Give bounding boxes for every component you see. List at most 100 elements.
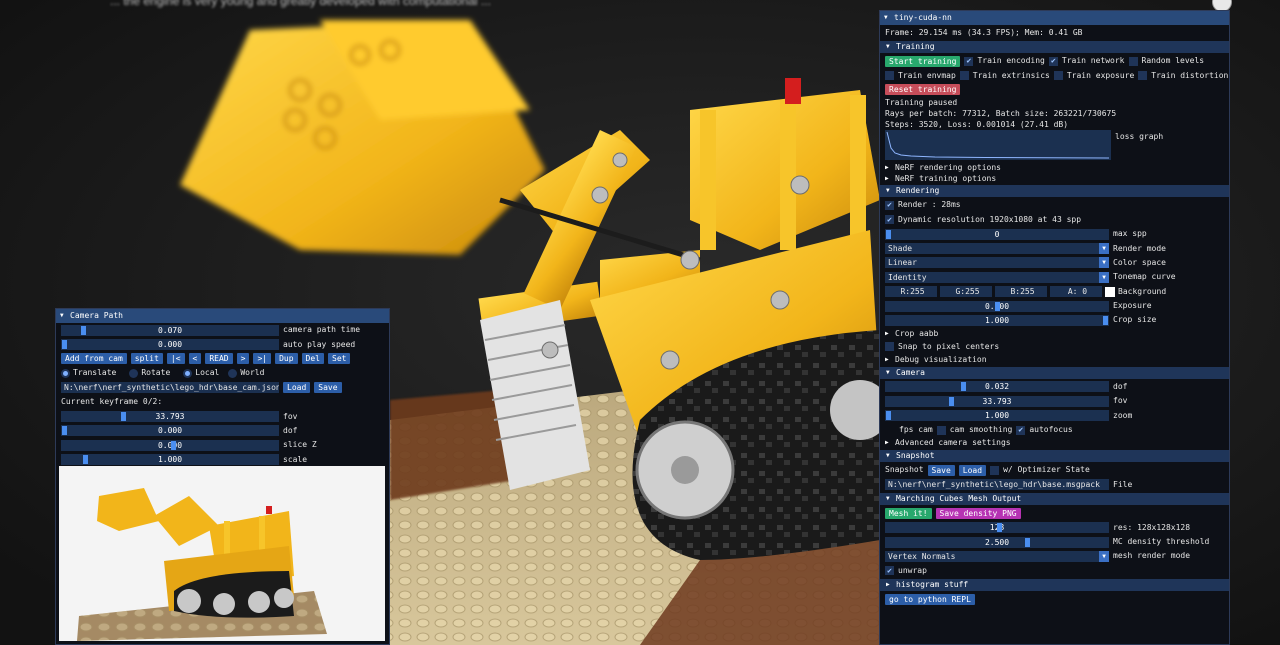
keyframe-info: Current keyframe 0/2: (61, 397, 163, 407)
autofocus-checkbox[interactable]: ✔ (1016, 425, 1026, 435)
local-radio[interactable] (183, 368, 193, 378)
camera-fov-slider[interactable]: 33.793 (885, 395, 1109, 407)
train-network-checkbox[interactable]: ✔ (1048, 56, 1058, 66)
fps-cam-label: fps cam (899, 425, 933, 435)
checkbox-label: Dynamic resolution 1920x1080 at 43 spp (898, 214, 1082, 224)
train-distortion-checkbox[interactable] (1138, 71, 1148, 81)
load-path-button[interactable]: Load (283, 382, 311, 394)
camera-path-time-slider[interactable]: 0.070 (61, 324, 279, 336)
expand-arrow-icon[interactable]: ▶ (885, 327, 891, 341)
snap-pixel-centers-checkbox[interactable] (885, 342, 894, 352)
keyframe-dof-slider[interactable]: 0.000 (61, 425, 279, 437)
train-exposure-checkbox[interactable] (1053, 71, 1063, 81)
collapse-arrow-icon: ▼ (886, 452, 890, 460)
snapshot-save-button[interactable]: Save (927, 464, 955, 476)
del-button[interactable]: Del (301, 353, 324, 365)
checkbox-label: Snap to pixel centers (898, 341, 1000, 351)
header-label: histogram stuff (896, 579, 969, 589)
dropdown-label: Color space (1113, 257, 1166, 267)
prev-keyframe-button[interactable]: < (188, 353, 202, 365)
dup-button[interactable]: Dup (275, 353, 298, 365)
snapshot-file-input[interactable]: N:\nerf\nerf_synthetic\lego_hdr\base.msg… (885, 479, 1109, 491)
header-label: Training (896, 42, 935, 51)
optimizer-state-checkbox[interactable] (990, 465, 1000, 475)
slider-label: camera path time (283, 325, 361, 335)
train-encoding-checkbox[interactable]: ✔ (964, 56, 974, 66)
first-keyframe-button[interactable]: |< (166, 353, 185, 365)
save-density-png-button[interactable]: Save density PNG (935, 507, 1021, 519)
expand-arrow-icon[interactable]: ▶ (885, 436, 891, 450)
background-color-swatch[interactable] (1105, 286, 1115, 297)
camera-path-file-input[interactable]: N:\nerf\nerf_synthetic\lego_hdr\base_cam… (61, 382, 279, 394)
mesh-it-button[interactable]: Mesh it! (885, 507, 932, 519)
save-path-button[interactable]: Save (314, 382, 342, 394)
rotate-radio[interactable] (129, 368, 139, 378)
add-from-cam-button[interactable]: Add from cam (61, 353, 127, 365)
mesh-render-mode-dropdown[interactable]: Vertex Normals ▼ (885, 550, 1109, 562)
scale-slider[interactable]: 1.000 (61, 454, 279, 466)
camera-dof-slider[interactable]: 0.032 (885, 381, 1109, 393)
crop-aabb-node[interactable]: Crop aabb (895, 327, 938, 341)
slice-z-slider[interactable]: 0.000 (61, 439, 279, 451)
collapse-arrow-icon[interactable]: ▼ (884, 11, 890, 25)
auto-play-speed-slider[interactable]: 0.000 (61, 339, 279, 351)
checkbox-label: Train envmap (898, 70, 956, 80)
collapse-arrow-icon: ▼ (886, 187, 890, 195)
slider-label: fov (283, 411, 298, 421)
collapse-arrow-icon[interactable]: ▼ (60, 309, 66, 323)
world-radio[interactable] (228, 368, 238, 378)
debug-visualization-node[interactable]: Debug visualization (895, 353, 987, 367)
random-levels-checkbox[interactable] (1128, 56, 1138, 66)
cam-smoothing-checkbox[interactable] (936, 425, 946, 435)
camera-header[interactable]: ▼ Camera (880, 366, 1229, 379)
main-titlebar[interactable]: ▼ tiny-cuda-nn (880, 11, 1229, 25)
checkbox-label: cam smoothing (949, 425, 1013, 435)
marching-cubes-header[interactable]: ▼ Marching Cubes Mesh Output (880, 493, 1229, 506)
camera-path-panel: ▼ Camera Path 0.070 camera path time 0.0… (55, 308, 390, 645)
checkbox-label: w/ Optimizer State (1003, 465, 1090, 475)
python-repl-button[interactable]: go to python REPL (885, 593, 975, 605)
background-b-input[interactable]: B:255 (995, 286, 1047, 298)
background-r-input[interactable]: R:255 (885, 286, 937, 298)
reset-training-button[interactable]: Reset training (885, 84, 961, 96)
color-space-dropdown[interactable]: Linear ▼ (885, 257, 1109, 269)
unwrap-checkbox[interactable]: ✔ (885, 566, 894, 576)
histogram-header[interactable]: ▶ histogram stuff (880, 578, 1229, 591)
set-button[interactable]: Set (328, 353, 351, 365)
mc-density-threshold-slider[interactable]: 2.500 (885, 536, 1109, 548)
snapshot-load-button[interactable]: Load (958, 464, 987, 476)
read-button[interactable]: READ (205, 353, 233, 365)
background-g-input[interactable]: G:255 (940, 286, 992, 298)
max-spp-slider[interactable]: 0 (885, 228, 1109, 240)
snapshot-label: Snapshot (885, 465, 924, 475)
next-keyframe-button[interactable]: > (236, 353, 250, 365)
last-keyframe-button[interactable]: >| (253, 353, 272, 365)
exposure-slider[interactable]: 0.000 (885, 300, 1109, 312)
chevron-down-icon: ▼ (1099, 271, 1109, 283)
mesh-res-slider[interactable]: 128 (885, 522, 1109, 534)
split-button[interactable]: split (130, 353, 163, 365)
start-training-button[interactable]: Start training (885, 55, 961, 67)
tonemap-curve-dropdown[interactable]: Identity ▼ (885, 271, 1109, 283)
snapshot-header[interactable]: ▼ Snapshot (880, 450, 1229, 463)
background-label: Background (1118, 286, 1167, 296)
crop-size-slider[interactable]: 1.000 (885, 314, 1109, 326)
render-mode-dropdown[interactable]: Shade ▼ (885, 243, 1109, 255)
background-a-input[interactable]: A: 0 (1050, 286, 1102, 298)
train-envmap-checkbox[interactable] (885, 71, 894, 81)
slider-value: 0.000 (157, 440, 183, 450)
training-header[interactable]: ▼ Training (880, 41, 1229, 53)
dropdown-value: Linear (888, 258, 917, 268)
expand-arrow-icon[interactable]: ▶ (885, 353, 891, 367)
render-checkbox[interactable]: ✔ (885, 200, 894, 210)
translate-label: Translate (73, 368, 117, 378)
translate-radio[interactable] (61, 368, 70, 378)
advanced-camera-settings-node[interactable]: Advanced camera settings (895, 436, 1011, 450)
camera-path-titlebar[interactable]: ▼ Camera Path (56, 309, 389, 323)
keyframe-fov-slider[interactable]: 33.793 (61, 411, 279, 423)
dynamic-resolution-checkbox[interactable]: ✔ (885, 215, 894, 225)
rendering-header[interactable]: ▼ Rendering (880, 185, 1229, 198)
camera-zoom-slider[interactable]: 1.000 (885, 410, 1109, 422)
checkbox-label: Random levels (1141, 56, 1205, 66)
train-extrinsics-checkbox[interactable] (959, 71, 969, 81)
